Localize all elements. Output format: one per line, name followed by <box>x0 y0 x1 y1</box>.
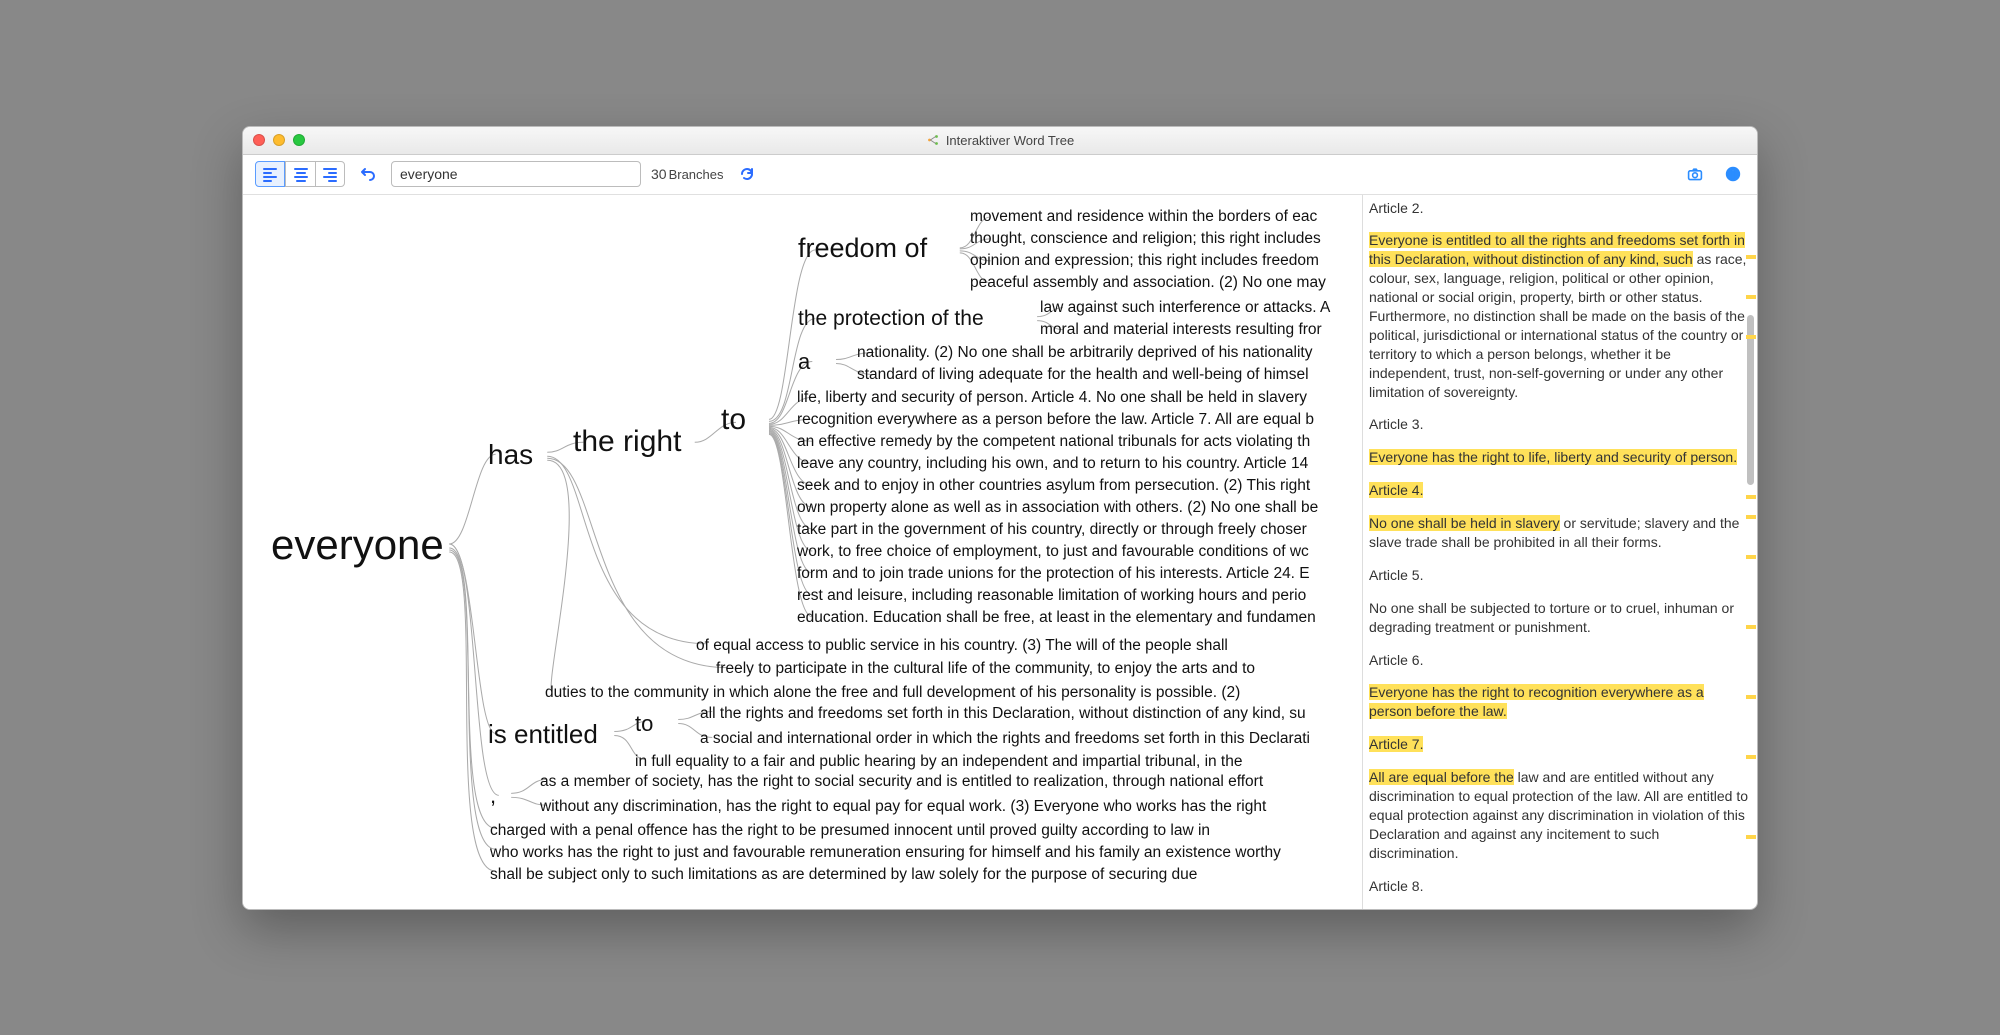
tree-leaf[interactable]: nationality. (2) No one shall be arbitra… <box>857 344 1312 362</box>
tree-leaf[interactable]: thought, conscience and religion; this r… <box>970 230 1321 248</box>
window-titlebar: Interaktiver Word Tree <box>243 127 1757 155</box>
article-body: Everyone is entitled to all the rights a… <box>1369 231 1749 401</box>
app-logo-icon <box>926 133 940 147</box>
tree-leaf[interactable]: freely to participate in the cultural li… <box>716 660 1255 678</box>
tree-node-to2[interactable]: to <box>635 711 653 737</box>
tree-node-to[interactable]: to <box>721 403 746 437</box>
tree-leaf[interactable]: movement and residence within the border… <box>970 208 1317 226</box>
tree-node-the-right[interactable]: the right <box>573 425 681 459</box>
tree-leaf[interactable]: leave any country, including his own, an… <box>797 455 1308 473</box>
tree-leaf[interactable]: an effective remedy by the competent nat… <box>797 433 1310 451</box>
tree-leaf[interactable]: duties to the community in which alone t… <box>545 684 1240 702</box>
tree-leaf[interactable]: of equal access to public service in his… <box>696 637 1228 655</box>
highlighted-text: All are equal before the <box>1369 769 1514 785</box>
word-tree-pane[interactable]: everyone has the right to freedom of the… <box>243 195 1362 909</box>
context-text-pane[interactable]: Article 2. Everyone is entitled to all t… <box>1362 195 1757 909</box>
tree-leaf[interactable]: take part in the government of his count… <box>797 521 1307 539</box>
tree-leaf[interactable]: work, to free choice of employment, to j… <box>797 543 1309 561</box>
article-body: All are equal before the law and are ent… <box>1369 768 1749 862</box>
article-body: No one shall be held in slavery or servi… <box>1369 514 1749 552</box>
tree-node-has[interactable]: has <box>488 439 533 471</box>
search-input[interactable] <box>391 161 641 187</box>
tree-root[interactable]: everyone <box>271 521 444 569</box>
info-button[interactable] <box>1721 162 1745 186</box>
tree-node-comma[interactable]: , <box>490 783 496 809</box>
window-title: Interaktiver Word Tree <box>946 133 1074 148</box>
article-heading: Article 8. <box>1369 877 1749 896</box>
zoom-window-button[interactable] <box>293 134 305 146</box>
tree-leaf[interactable]: without any discrimination, has the righ… <box>540 798 1266 816</box>
align-right-button[interactable] <box>315 161 345 187</box>
align-center-button[interactable] <box>285 161 315 187</box>
tree-leaf[interactable]: as a member of society, has the right to… <box>540 773 1263 791</box>
tree-leaf[interactable]: peaceful assembly and association. (2) N… <box>970 274 1326 292</box>
tree-leaf[interactable]: law against such interference or attacks… <box>1040 299 1330 317</box>
highlighted-text: Everyone is entitled to all the rights a… <box>1369 232 1745 267</box>
article-heading: Article 2. <box>1369 199 1749 218</box>
tree-leaf[interactable]: shall be subject only to such limitation… <box>490 866 1197 884</box>
tree-node-protection-of[interactable]: the protection of the <box>798 307 984 331</box>
tree-leaf[interactable]: rest and leisure, including reasonable l… <box>797 587 1306 605</box>
toolbar: 30 Branches <box>243 155 1757 195</box>
snapshot-button[interactable] <box>1683 162 1707 186</box>
tree-node-is-entitled[interactable]: is entitled <box>488 719 598 750</box>
tree-leaf[interactable]: standard of living adequate for the heal… <box>857 366 1309 384</box>
article-body: No one shall be subjected to torture or … <box>1369 599 1749 637</box>
tree-leaf[interactable]: opinion and expression; this right inclu… <box>970 252 1319 270</box>
app-window: Interaktiver Word Tree 30 Branches <box>242 126 1758 910</box>
highlighted-text: Everyone has the right to life, liberty … <box>1369 449 1737 465</box>
minimize-window-button[interactable] <box>273 134 285 146</box>
article-body: Everyone has the right to life, liberty … <box>1369 448 1749 467</box>
branches-count: 30 <box>651 166 669 182</box>
tree-leaf[interactable]: life, liberty and security of person. Ar… <box>797 389 1307 407</box>
window-traffic-lights <box>253 134 305 146</box>
tree-leaf[interactable]: own property alone as well as in associa… <box>797 499 1318 517</box>
tree-node-freedom-of[interactable]: freedom of <box>798 233 927 264</box>
align-left-button[interactable] <box>255 161 285 187</box>
close-window-button[interactable] <box>253 134 265 146</box>
highlighted-text: Everyone has the right to recognition ev… <box>1369 684 1704 719</box>
article-heading: Article 6. <box>1369 651 1749 670</box>
article-heading: Article 3. <box>1369 415 1749 434</box>
article-body: Everyone has the right to recognition ev… <box>1369 683 1749 721</box>
tree-leaf[interactable]: a social and international order in whic… <box>700 730 1310 748</box>
tree-leaf[interactable]: in full equality to a fair and public he… <box>635 753 1242 771</box>
tree-leaf[interactable]: moral and material interests resulting f… <box>1040 321 1322 339</box>
tree-leaf[interactable]: form and to join trade unions for the pr… <box>797 565 1310 583</box>
tree-node-a[interactable]: a <box>798 349 810 375</box>
scroll-marker <box>1746 555 1756 559</box>
article-heading: Article 5. <box>1369 566 1749 585</box>
tree-leaf[interactable]: seek and to enjoy in other countries asy… <box>797 477 1310 495</box>
tree-leaf[interactable]: who works has the right to just and favo… <box>490 844 1281 862</box>
undo-button[interactable] <box>355 161 381 187</box>
refresh-button[interactable] <box>734 161 760 187</box>
branches-indicator: 30 Branches <box>651 166 724 182</box>
tree-leaf[interactable]: charged with a penal offence has the rig… <box>490 822 1210 840</box>
align-button-group <box>255 161 345 187</box>
tree-leaf[interactable]: all the rights and freedoms set forth in… <box>700 705 1306 723</box>
branches-label: Branches <box>669 167 724 182</box>
tree-leaf[interactable]: education. Education shall be free, at l… <box>797 609 1316 627</box>
article-heading: Article 4. <box>1369 481 1749 500</box>
tree-leaf[interactable]: recognition everywhere as a person befor… <box>797 411 1314 429</box>
article-heading: Article 7. <box>1369 735 1749 754</box>
highlighted-text: No one shall be held in slavery <box>1369 515 1560 531</box>
scroll-marker <box>1746 755 1756 759</box>
